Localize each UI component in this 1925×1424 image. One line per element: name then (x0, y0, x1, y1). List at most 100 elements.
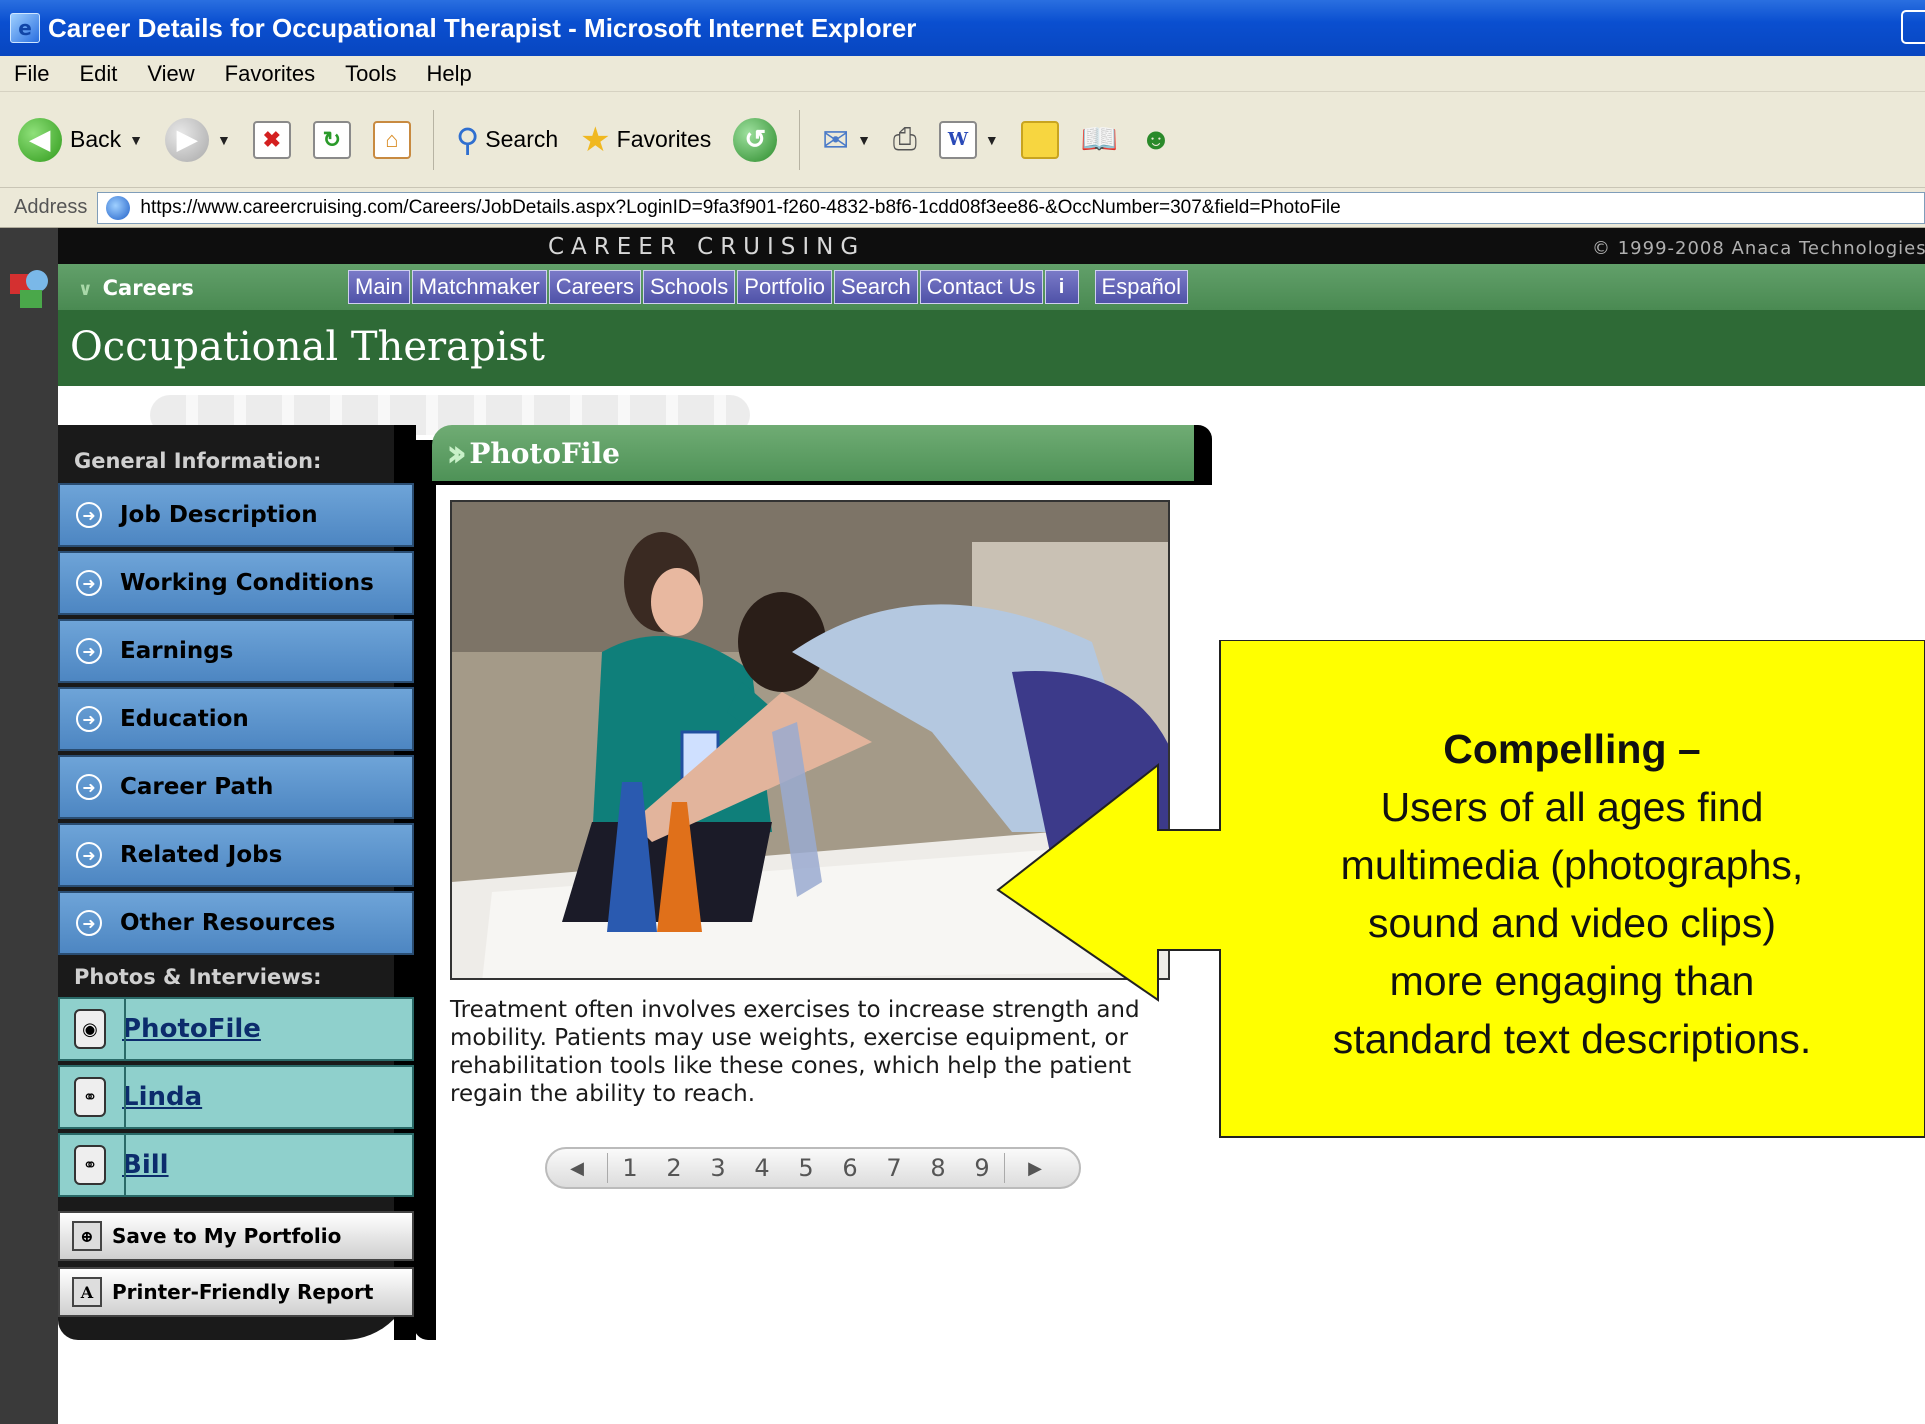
next-arrow-icon[interactable]: ▶ (1005, 1158, 1065, 1179)
page-5[interactable]: 5 (784, 1154, 828, 1182)
favorites-label: Favorites (616, 126, 712, 152)
nav-main[interactable]: Main (348, 270, 410, 304)
home-button[interactable]: ⌂ (372, 120, 411, 159)
sidebar: General Information: ➜ Job Description ➜… (58, 425, 416, 1340)
history-button[interactable]: ↺ (733, 117, 778, 162)
sidebar-item-photofile[interactable]: ◉ PhotoFile (58, 997, 414, 1061)
page-8[interactable]: 8 (916, 1154, 960, 1182)
history-icon: ↺ (733, 117, 778, 162)
sidebar-item-career-path[interactable]: ➜ Career Path (58, 755, 414, 819)
sidebar-item-job-description[interactable]: ➜ Job Description (58, 483, 414, 547)
section-label[interactable]: ∨ Careers (78, 276, 194, 300)
favorites-button[interactable]: ★ Favorites (580, 120, 711, 160)
printer-icon: ⎙ (892, 122, 917, 156)
sidebar-item-education[interactable]: ➜ Education (58, 687, 414, 751)
nav-portfolio[interactable]: Portfolio (737, 270, 832, 304)
research-icon: 📖 (1080, 123, 1119, 156)
forward-button[interactable]: ▶ ▼ (165, 117, 231, 162)
nav-search[interactable]: Search (833, 270, 918, 304)
menu-file[interactable]: File (14, 61, 49, 87)
stop-button[interactable]: ✖ (252, 120, 291, 159)
callout-text: Compelling – Users of all ages find mult… (1222, 720, 1922, 1068)
content-title: PhotoFile (469, 436, 620, 470)
photofile-header: ›› PhotoFile (432, 425, 1212, 485)
printer-friendly-report-button[interactable]: A Printer-Friendly Report (58, 1267, 414, 1317)
page-1[interactable]: 1 (608, 1154, 652, 1182)
content-spine (414, 440, 436, 1340)
menu-edit[interactable]: Edit (79, 61, 117, 87)
page-4[interactable]: 4 (740, 1154, 784, 1182)
arrow-right-icon: ➜ (76, 638, 102, 664)
arrow-right-icon: ➜ (76, 502, 102, 528)
window-titlebar: e Career Details for Occupational Therap… (0, 0, 1925, 56)
general-info-header: General Information: (74, 449, 322, 473)
sidebar-item-working-conditions[interactable]: ➜ Working Conditions (58, 551, 414, 615)
search-button[interactable]: ⚲ Search (456, 121, 558, 159)
window-title: Career Details for Occupational Therapis… (48, 12, 917, 43)
note-icon (1020, 120, 1059, 159)
brand-name: CAREER CRUISING (548, 234, 866, 260)
page-9[interactable]: 9 (960, 1154, 1004, 1182)
browser-toolbar: ◀ Back ▼ ▶ ▼ ✖ ↻ ⌂ ⚲ Search ★ Favorites … (0, 92, 1925, 188)
menu-favorites[interactable]: Favorites (225, 61, 315, 87)
page-2[interactable]: 2 (652, 1154, 696, 1182)
mail-icon: ✉ (822, 121, 850, 158)
edit-button[interactable]: W ▼ (938, 120, 999, 159)
page-7[interactable]: 7 (872, 1154, 916, 1182)
stop-icon: ✖ (252, 120, 291, 159)
window-control-button[interactable] (1901, 10, 1925, 44)
microphone-icon: ⚭ (74, 1145, 106, 1185)
word-icon: W (938, 120, 977, 159)
chevron-down-icon: ∨ (78, 279, 93, 300)
page-title: Occupational Therapist (70, 324, 545, 370)
career-title-band: Occupational Therapist (58, 310, 1925, 386)
mail-button[interactable]: ✉ ▼ (822, 121, 871, 159)
address-label: Address (14, 196, 88, 218)
menu-view[interactable]: View (147, 61, 194, 87)
brand-bar: CAREER CRUISING © 1999-2008 Anaca Techno… (58, 228, 1925, 264)
back-button[interactable]: ◀ Back ▼ (18, 117, 143, 162)
sidebar-item-related-jobs[interactable]: ➜ Related Jobs (58, 823, 414, 887)
nav-schools[interactable]: Schools (642, 270, 736, 304)
callout-title: Compelling – (1443, 726, 1701, 772)
site-nav-links: Main Matchmaker Careers Schools Portfoli… (348, 270, 1190, 304)
print-button[interactable]: ⎙ (893, 123, 917, 157)
photos-interviews-header: Photos & Interviews: (74, 965, 322, 989)
search-label: Search (485, 126, 559, 152)
previous-arrow-icon[interactable]: ◀ (547, 1158, 607, 1179)
menu-help[interactable]: Help (427, 61, 472, 87)
messenger-button[interactable]: ☻ (1140, 123, 1172, 157)
chevron-down-icon[interactable]: ▼ (129, 132, 143, 148)
chevron-down-icon[interactable]: ▼ (217, 132, 231, 148)
page-6[interactable]: 6 (828, 1154, 872, 1182)
arrow-right-icon: ➜ (76, 706, 102, 732)
chevron-down-icon[interactable]: ▼ (985, 132, 999, 148)
address-field[interactable]: https://www.careercruising.com/Careers/J… (97, 191, 1925, 224)
left-frame-strip (0, 228, 58, 1424)
sidebar-item-other-resources[interactable]: ➜ Other Resources (58, 891, 414, 955)
discuss-button[interactable] (1020, 120, 1059, 159)
menu-tools[interactable]: Tools (345, 61, 396, 87)
sidebar-item-earnings[interactable]: ➜ Earnings (58, 619, 414, 683)
refresh-icon: ↻ (312, 120, 351, 159)
info-icon[interactable]: i (1044, 270, 1079, 304)
callout-line: sound and video clips) (1368, 900, 1776, 946)
arrow-right-icon: ➜ (76, 910, 102, 936)
callout-line: Users of all ages find (1380, 784, 1764, 830)
address-bar: Address https://www.careercruising.com/C… (0, 188, 1925, 228)
nav-careers[interactable]: Careers (548, 270, 641, 304)
nav-matchmaker[interactable]: Matchmaker (411, 270, 547, 304)
microphone-icon: ⚭ (74, 1077, 106, 1117)
chevron-down-icon[interactable]: ▼ (857, 132, 871, 148)
nav-espanol[interactable]: Español (1094, 270, 1189, 304)
sidebar-item-linda[interactable]: ⚭ Linda (58, 1065, 414, 1129)
research-button[interactable]: 📖 (1081, 122, 1118, 157)
save-to-portfolio-button[interactable]: ⊕ Save to My Portfolio (58, 1211, 414, 1261)
nav-contact-us[interactable]: Contact Us (919, 270, 1043, 304)
double-chevron-icon: ›› (446, 431, 468, 475)
page-3[interactable]: 3 (696, 1154, 740, 1182)
sidebar-item-bill[interactable]: ⚭ Bill (58, 1133, 414, 1197)
refresh-button[interactable]: ↻ (312, 120, 351, 159)
forward-arrow-icon: ▶ (165, 117, 209, 162)
arrow-right-icon: ➜ (76, 570, 102, 596)
